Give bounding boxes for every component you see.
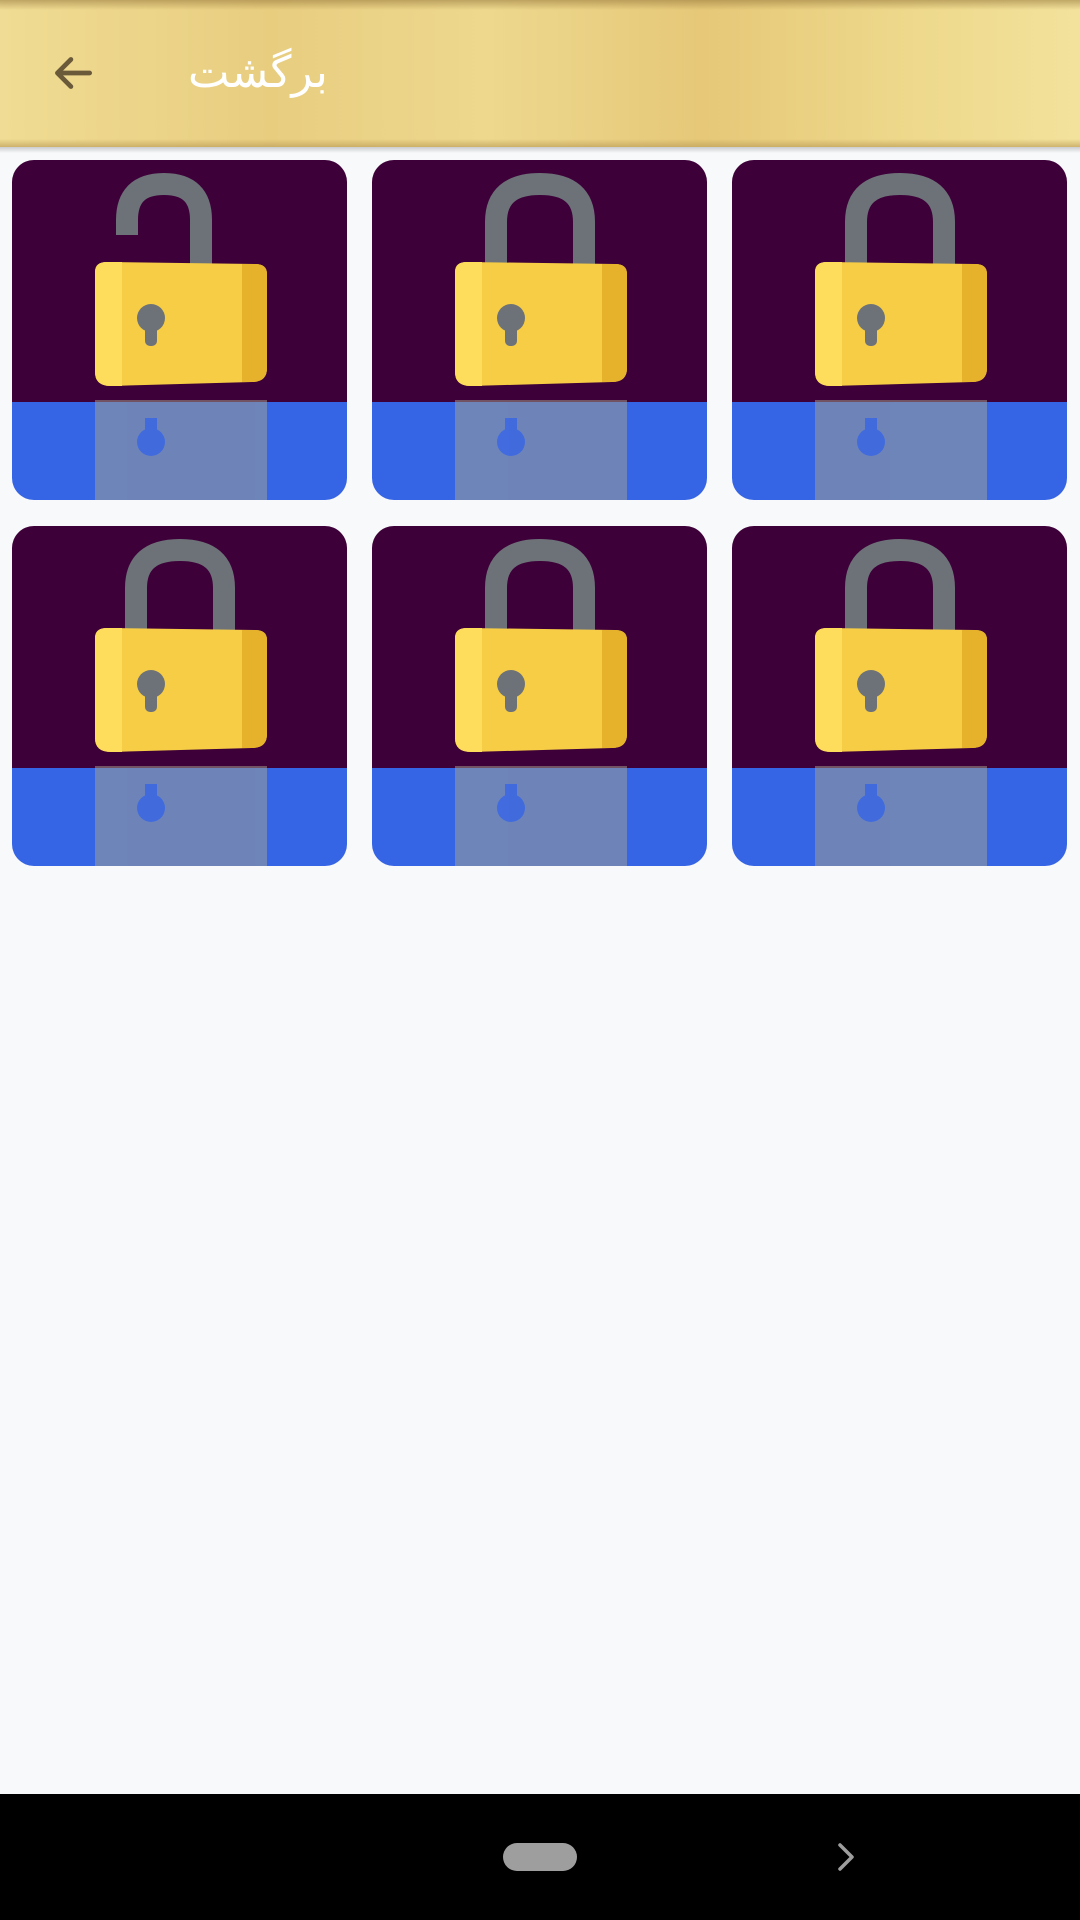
- tile-locked[interactable]: [732, 160, 1067, 500]
- tile-locked[interactable]: [372, 160, 707, 500]
- lock-icon: [372, 160, 707, 500]
- tile-locked[interactable]: [372, 526, 707, 866]
- home-pill[interactable]: [503, 1843, 577, 1871]
- lock-grid: [12, 160, 1068, 866]
- lock-open-icon: [12, 160, 347, 500]
- system-navigation-bar: [0, 1794, 1080, 1920]
- arrow-left-icon: [55, 57, 93, 89]
- nav-forward-button[interactable]: [826, 1832, 866, 1882]
- lock-icon: [12, 526, 347, 866]
- lock-icon: [732, 160, 1067, 500]
- app-bar: برگشت: [0, 0, 1080, 153]
- page-title[interactable]: برگشت: [188, 38, 328, 108]
- tile-locked[interactable]: [732, 526, 1067, 866]
- back-button[interactable]: [36, 36, 110, 110]
- tile-locked[interactable]: [12, 526, 347, 866]
- tile-unlocked[interactable]: [12, 160, 347, 500]
- lock-icon: [732, 526, 1067, 866]
- lock-icon: [372, 526, 707, 866]
- chevron-right-icon: [838, 1843, 854, 1871]
